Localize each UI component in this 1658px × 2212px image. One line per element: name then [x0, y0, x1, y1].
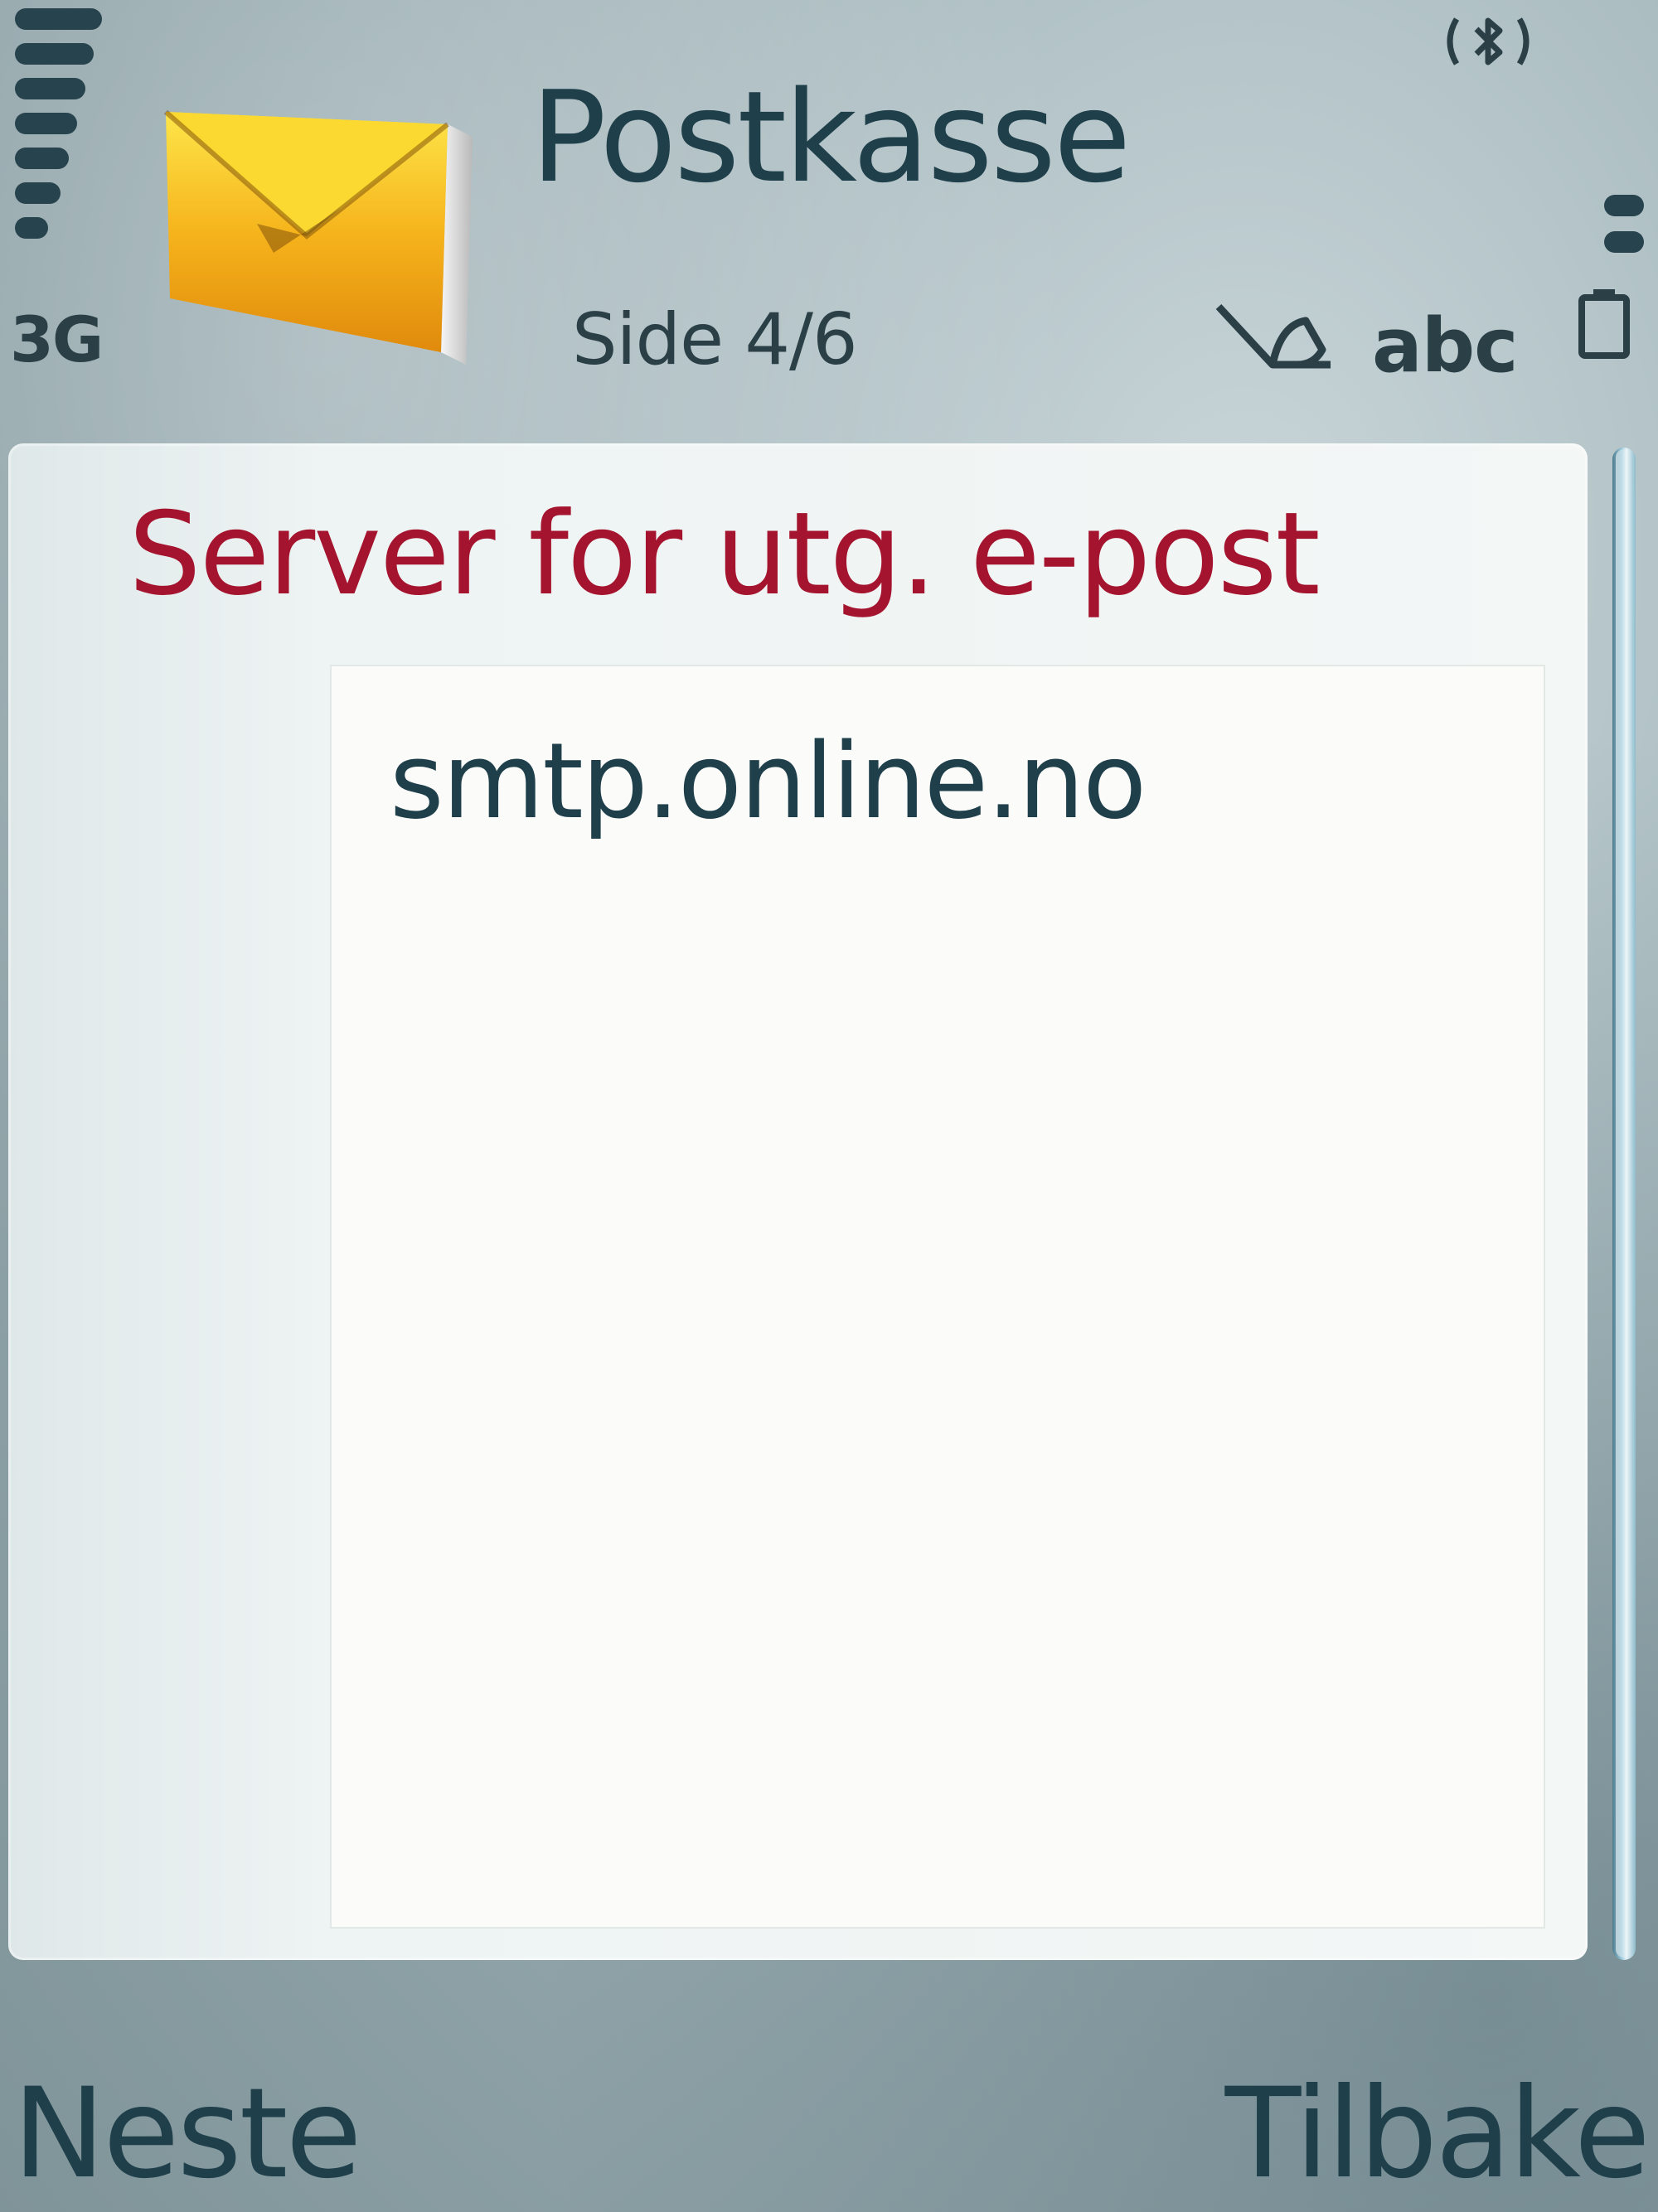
app-title: Postkasse	[531, 64, 1131, 211]
pen-icon	[1215, 303, 1331, 369]
back-softkey[interactable]: Tilbake	[1225, 2072, 1651, 2196]
next-softkey[interactable]: Neste	[12, 2072, 362, 2196]
page-indicator: Side 4/6	[572, 298, 858, 381]
text-input-mode: abc	[1372, 303, 1519, 390]
signal-strength-icon	[15, 8, 102, 261]
scroll-thumb[interactable]	[1616, 449, 1632, 1958]
outgoing-server-value[interactable]: smtp.online.no	[390, 729, 1147, 834]
outgoing-server-input[interactable]	[330, 665, 1545, 1929]
envelope-icon	[164, 109, 473, 365]
battery-level-icon	[1604, 195, 1646, 261]
network-type-label: 3G	[10, 303, 104, 376]
bluetooth-icon	[1447, 17, 1530, 65]
scrollbar[interactable]	[1612, 448, 1636, 1960]
battery-icon	[1578, 289, 1630, 359]
field-label: Server for utg. e-post	[128, 487, 1321, 621]
